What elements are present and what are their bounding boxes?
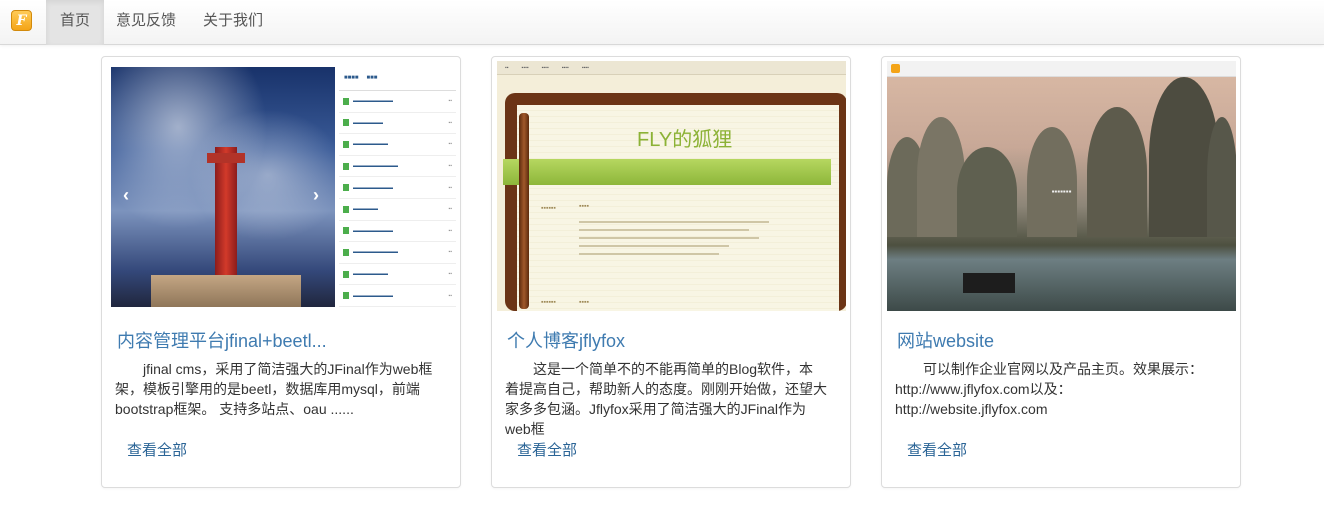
card-title[interactable]: 个人博客jflyfox [507, 327, 625, 353]
card-title[interactable]: 网站website [897, 327, 994, 353]
project-card-blog: ▪▪ ▪▪▪▪ ▪▪▪▪ ▪▪▪▪ ▪▪▪▪ FLY的狐狸 ▪▪▪▪▪▪ ▪▪▪▪ ▪▪… [491, 56, 851, 488]
project-card-website: ▪▪▪▪▪▪▪ 网站website 可以制作企业官网以及产品主页。效果展示：ht… [881, 56, 1241, 488]
carousel-next-icon: › [313, 185, 319, 205]
top-navbar: F 首页 意见反馈 关于我们 [0, 0, 1324, 45]
card-description: 这是一个简单不的不能再简单的Blog软件，本着提高自己，帮助新人的态度。刚刚开始… [505, 361, 827, 437]
brand-logo-icon[interactable]: F [11, 10, 32, 31]
pen-icon [519, 113, 529, 309]
card-thumbnail[interactable]: ‹ › ■■■■ ■■■ ▬▬▬▬▬▬▬▬ ▪▪ ▬▬▬▬▬▬ ▪▪ ▬▬▬▬▬▬▬ ▪… [107, 61, 456, 311]
project-card-cms: ‹ › ■■■■ ■■■ ▬▬▬▬▬▬▬▬ ▪▪ ▬▬▬▬▬▬ ▪▪ ▬▬▬▬▬▬▬ ▪… [101, 56, 461, 488]
view-all-link[interactable]: 查看全部 [127, 439, 187, 460]
nav-feedback[interactable]: 意见反馈 [104, 0, 188, 45]
carousel-prev-icon: ‹ [123, 185, 129, 205]
card-title[interactable]: 内容管理平台jfinal+beetl... [117, 327, 327, 353]
card-description: jfinal cms，采用了简洁强大的JFinal作为web框架，模板引擎用的是… [115, 361, 433, 417]
blog-logo-text: FLY的狐狸 [637, 129, 733, 151]
carousel-image: ‹ › [111, 67, 335, 307]
site-logo-icon [891, 64, 900, 73]
boat-image [963, 273, 1015, 293]
view-all-link[interactable]: 查看全部 [907, 439, 967, 460]
view-all-link[interactable]: 查看全部 [517, 439, 577, 460]
nav-home[interactable]: 首页 [46, 0, 104, 45]
card-thumbnail[interactable]: ▪▪▪▪▪▪▪ [887, 61, 1236, 311]
card-thumbnail[interactable]: ▪▪ ▪▪▪▪ ▪▪▪▪ ▪▪▪▪ ▪▪▪▪ FLY的狐狸 ▪▪▪▪▪▪ ▪▪▪▪ ▪▪… [497, 61, 846, 311]
article-list-preview: ■■■■ ■■■ ▬▬▬▬▬▬▬▬ ▪▪ ▬▬▬▬▬▬ ▪▪ ▬▬▬▬▬▬▬ ▪▪ ▬▬… [339, 67, 456, 307]
nav-about[interactable]: 关于我们 [188, 0, 278, 45]
card-description: 可以制作企业官网以及产品主页。效果展示：http://www.jflyfox.c… [895, 361, 1203, 417]
